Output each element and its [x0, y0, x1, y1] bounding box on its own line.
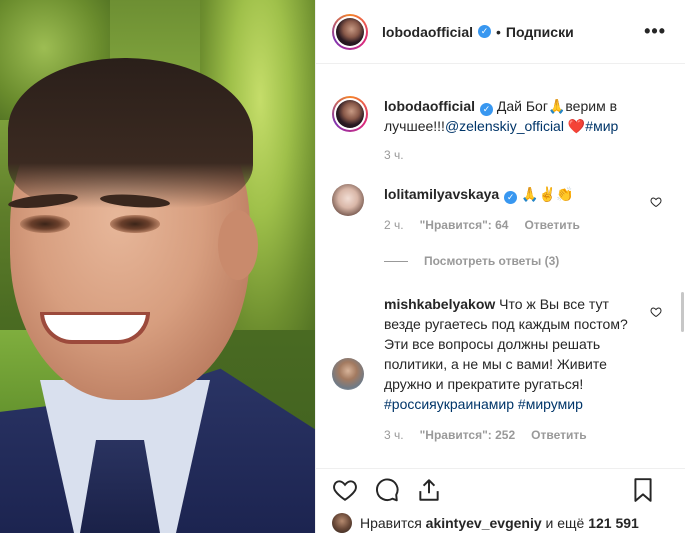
comment-username[interactable]: mishkabelyakow: [384, 296, 495, 312]
verified-badge-icon: ✓: [480, 102, 493, 116]
photo-smile: [40, 312, 150, 344]
comment-meta: 3 ч. "Нравится": 252 Ответить: [384, 428, 662, 442]
author-avatar-image: [336, 17, 364, 46]
post-sidebar: lobodaofficial ✓ • Подписки ••• lobodaof…: [315, 0, 685, 533]
replies-divider: [384, 260, 408, 262]
view-replies-button[interactable]: Посмотреть ответы (3): [384, 254, 559, 268]
hashtag-link[interactable]: #мир: [585, 118, 618, 134]
likes-prefix: Нравится: [360, 514, 422, 531]
comment-username[interactable]: lolitamilyavskaya: [384, 186, 499, 202]
caption-avatar-image: [336, 100, 364, 128]
header-separator: •: [496, 23, 501, 40]
liker-avatar[interactable]: [332, 512, 352, 533]
author-username[interactable]: lobodaofficial: [382, 24, 473, 40]
likes-summary: Нравится akintyev_evgeniy и ещё 121 591: [332, 512, 639, 533]
reply-button[interactable]: Ответить: [531, 428, 586, 442]
comment-meta: 2 ч. "Нравится": 64 Ответить: [384, 218, 662, 232]
photo-eye: [20, 215, 70, 233]
comment-emojis: 🙏✌️👏: [521, 186, 574, 202]
photo-eye: [110, 215, 160, 233]
comment-item: lolitamilyavskaya ✓ 🙏✌️👏 2 ч. "Нравится":…: [332, 184, 662, 232]
caption-text: lobodaofficial ✓ Дай Бог🙏верим в лучшее!!…: [384, 96, 662, 136]
caption-text-start: Дай Бог: [496, 98, 548, 114]
like-comment-heart-icon[interactable]: [650, 306, 662, 318]
comment-time[interactable]: 3 ч.: [384, 428, 404, 442]
mention-link[interactable]: @zelenskiy_official: [445, 118, 564, 134]
view-replies-label: Посмотреть ответы (3): [424, 254, 560, 268]
post-photo[interactable]: [0, 0, 315, 533]
comment-avatar-image: [332, 358, 364, 390]
comment-avatar[interactable]: [332, 358, 364, 390]
heart-emoji: ❤️: [567, 118, 586, 134]
comment-likes[interactable]: "Нравится": 64: [420, 218, 509, 232]
bookmark-icon[interactable]: [630, 477, 656, 503]
caption-username[interactable]: lobodaofficial: [384, 98, 475, 114]
caption-item: lobodaofficial ✓ Дай Бог🙏верим в лучшее!!…: [332, 96, 662, 162]
comment-time[interactable]: 2 ч.: [384, 218, 404, 232]
comments-list[interactable]: lobodaofficial ✓ Дай Бог🙏верим в лучшее!!…: [316, 64, 685, 468]
post-header: lobodaofficial ✓ • Подписки •••: [316, 0, 685, 64]
comment-avatar-image: [332, 184, 364, 216]
like-comment-heart-icon[interactable]: [650, 196, 662, 208]
like-heart-icon[interactable]: [332, 477, 358, 503]
caption-avatar[interactable]: [332, 96, 368, 132]
photo-ear: [218, 210, 258, 280]
comment-item: mishkabelyakow Что ж Вы все тут везде ру…: [332, 294, 662, 442]
pray-emoji: 🙏: [547, 98, 566, 114]
share-icon[interactable]: [416, 477, 442, 503]
verified-badge-icon: ✓: [478, 25, 491, 38]
action-bar: [316, 468, 685, 512]
liker-username[interactable]: akintyev_evgeniy: [426, 515, 542, 531]
comment-text: lolitamilyavskaya ✓ 🙏✌️👏: [384, 184, 662, 204]
author-avatar[interactable]: [332, 13, 368, 50]
comment-likes[interactable]: "Нравится": 252: [420, 428, 516, 442]
caption-time[interactable]: 3 ч.: [384, 148, 404, 162]
comment-avatar[interactable]: [332, 184, 364, 216]
comment-bubble-icon[interactable]: [374, 477, 400, 503]
reply-button[interactable]: Ответить: [524, 218, 579, 232]
comments-scrollbar[interactable]: [681, 292, 684, 332]
comment-hashtags[interactable]: #россияукраинамир #мирумир: [384, 396, 583, 412]
instagram-post-window: lobodaofficial ✓ • Подписки ••• lobodaof…: [0, 0, 685, 533]
header-user-info: lobodaofficial ✓ • Подписки: [382, 24, 574, 40]
caption-meta: 3 ч.: [384, 148, 662, 162]
likes-middle: и ещё: [545, 514, 585, 531]
more-options-icon[interactable]: •••: [644, 22, 666, 40]
following-button[interactable]: Подписки: [506, 24, 574, 40]
comment-text: mishkabelyakow Что ж Вы все тут везде ру…: [384, 294, 662, 414]
likes-count[interactable]: 121 591: [588, 515, 639, 531]
verified-badge-icon: ✓: [504, 190, 518, 204]
